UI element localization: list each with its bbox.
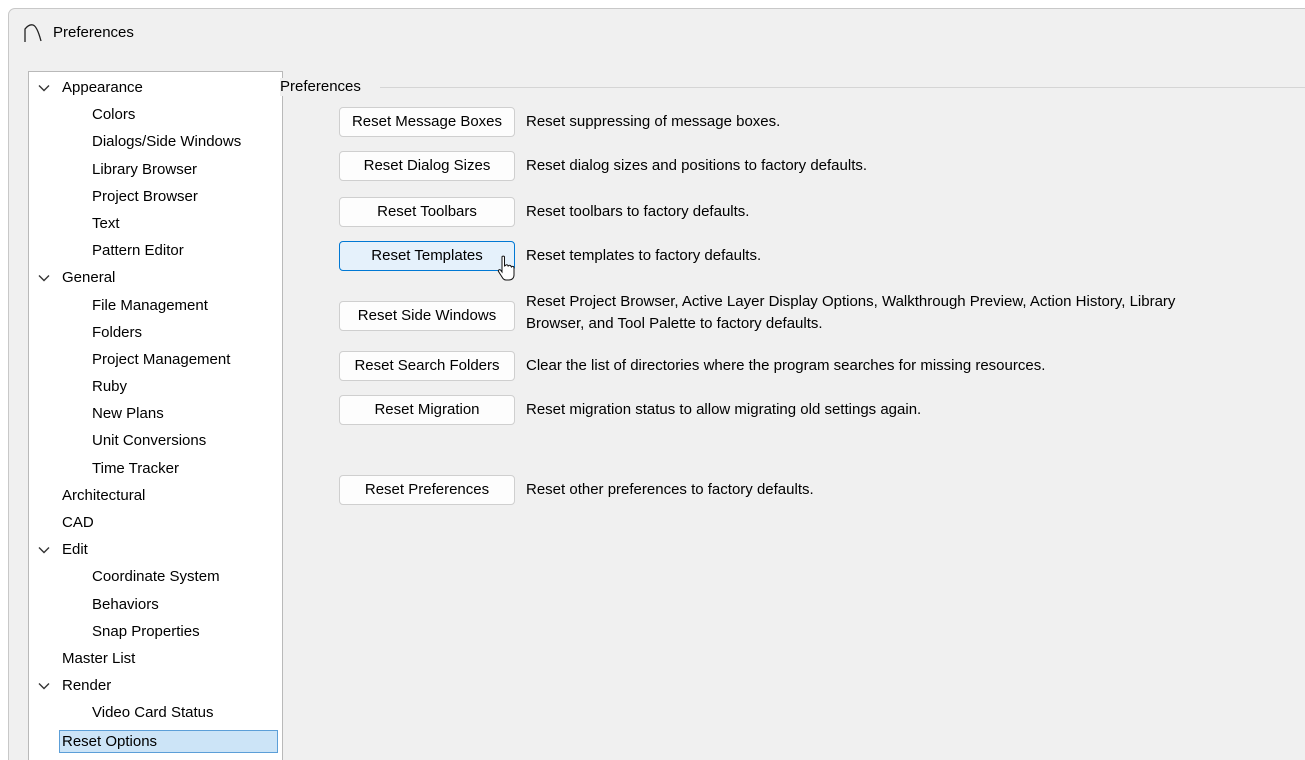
tree-item-render[interactable]: Render <box>29 673 282 700</box>
tree-item-label: Time Tracker <box>92 459 179 477</box>
group-title: Preferences <box>280 78 366 96</box>
tree-item-time-tracker[interactable]: Time Tracker <box>29 456 282 483</box>
tree-item-cad[interactable]: CAD <box>29 510 282 537</box>
tree-item-video-card-status[interactable]: Video Card Status <box>29 700 282 727</box>
tree-item-architectural[interactable]: Architectural <box>29 483 282 510</box>
reset-row-description: Clear the list of directories where the … <box>526 357 1046 374</box>
tree-item-colors[interactable]: Colors <box>29 102 282 129</box>
tree-item-master-list[interactable]: Master List <box>29 646 282 673</box>
reset-row-description: Reset dialog sizes and positions to fact… <box>526 157 868 174</box>
tree-item-label: CAD <box>62 514 94 531</box>
reset-row-description-line-1: Reset Project Browser, Active Layer Disp… <box>526 293 1176 310</box>
reset-side-windows-button[interactable]: Reset Side Windows <box>339 301 515 331</box>
tree-item-label: Pattern Editor <box>92 242 184 260</box>
tree-item-dialogs-side-windows[interactable]: Dialogs/Side Windows <box>29 129 282 156</box>
chevron-down-icon[interactable] <box>38 274 50 282</box>
reset-templates-button[interactable]: Reset Templates <box>339 241 515 271</box>
tree-item-label: Dialogs/Side Windows <box>92 133 242 151</box>
tree-item-edit[interactable]: Edit <box>29 537 282 564</box>
tree-item-label: Colors <box>92 106 136 124</box>
tree-item-label: Coordinate System <box>92 568 220 586</box>
tree-item-reset-options[interactable]: Reset Options <box>29 728 282 755</box>
tree-item-snap-properties[interactable]: Snap Properties <box>29 619 282 646</box>
reset-row-description: Reset migration status to allow migratin… <box>526 401 922 418</box>
tree-item-text[interactable]: Text <box>29 211 282 238</box>
category-tree-list: Appearance Colors Dialogs/Side Windows L… <box>29 75 282 755</box>
tree-item-label: Ruby <box>92 378 128 396</box>
reset-row-description-line-2: Browser, and Tool Palette to factory def… <box>526 315 823 332</box>
tree-item-label: Text <box>92 214 120 232</box>
tree-item-label: Video Card Status <box>92 704 214 722</box>
reset-row-description: Reset other preferences to factory defau… <box>526 481 814 498</box>
tree-item-label: Folders <box>92 323 143 341</box>
tree-item-library-browser[interactable]: Library Browser <box>29 157 282 184</box>
tree-item-general[interactable]: General <box>29 265 282 292</box>
tree-item-file-management[interactable]: File Management <box>29 293 282 320</box>
tree-item-pattern-editor[interactable]: Pattern Editor <box>29 238 282 265</box>
tree-item-label: Library Browser <box>92 160 198 178</box>
reset-search-folders-button[interactable]: Reset Search Folders <box>339 351 515 381</box>
tree-item-appearance[interactable]: Appearance <box>29 75 282 102</box>
tree-item-new-plans[interactable]: New Plans <box>29 401 282 428</box>
tree-item-label: Edit <box>62 541 88 559</box>
reset-migration-button[interactable]: Reset Migration <box>339 395 515 425</box>
tree-item-behaviors[interactable]: Behaviors <box>29 592 282 619</box>
reset-toolbars-button[interactable]: Reset Toolbars <box>339 197 515 227</box>
category-tree[interactable]: Appearance Colors Dialogs/Side Windows L… <box>28 71 283 760</box>
tree-item-label: General <box>62 269 116 287</box>
app-logo-icon <box>24 24 42 42</box>
tree-item-label: Master List <box>62 649 136 667</box>
tree-item-label: Render <box>62 677 112 695</box>
tree-item-project-browser[interactable]: Project Browser <box>29 184 282 211</box>
reset-message-boxes-button[interactable]: Reset Message Boxes <box>339 107 515 137</box>
reset-row-description: Reset toolbars to factory defaults. <box>526 203 750 220</box>
tree-item-unit-conversions[interactable]: Unit Conversions <box>29 428 282 455</box>
chevron-down-icon[interactable] <box>38 84 50 92</box>
tree-item-project-management[interactable]: Project Management <box>29 347 282 374</box>
tree-item-ruby[interactable]: Ruby <box>29 374 282 401</box>
chevron-down-icon[interactable] <box>38 546 50 554</box>
reset-preferences-button[interactable]: Reset Preferences <box>339 475 515 505</box>
reset-row-description: Reset templates to factory defaults. <box>526 247 762 264</box>
tree-item-label: Snap Properties <box>92 622 200 640</box>
tree-item-label: Project Browser <box>92 187 198 205</box>
chevron-down-icon[interactable] <box>38 682 50 690</box>
title-bar[interactable]: Preferences <box>9 9 1305 55</box>
tree-item-folders[interactable]: Folders <box>29 320 282 347</box>
preferences-group: Preferences Reset Message Boxes Reset su… <box>280 78 1305 760</box>
tree-item-label: Appearance <box>62 79 143 96</box>
tree-item-label: New Plans <box>92 405 164 423</box>
reset-dialog-sizes-button[interactable]: Reset Dialog Sizes <box>339 151 515 181</box>
tree-item-label: File Management <box>92 296 208 314</box>
preferences-window: Preferences Appearance Colors Dialogs/Si… <box>8 8 1305 760</box>
tree-item-label: Architectural <box>62 486 146 504</box>
reset-row-description: Reset suppressing of message boxes. <box>526 113 781 130</box>
group-divider <box>380 87 1305 88</box>
window-title: Preferences <box>53 24 134 41</box>
tree-item-label: Reset Options <box>59 729 278 753</box>
tree-item-label: Unit Conversions <box>92 432 207 450</box>
tree-item-coordinate-system[interactable]: Coordinate System <box>29 564 282 591</box>
tree-item-label: Behaviors <box>92 595 159 613</box>
tree-item-label: Project Management <box>92 350 231 368</box>
